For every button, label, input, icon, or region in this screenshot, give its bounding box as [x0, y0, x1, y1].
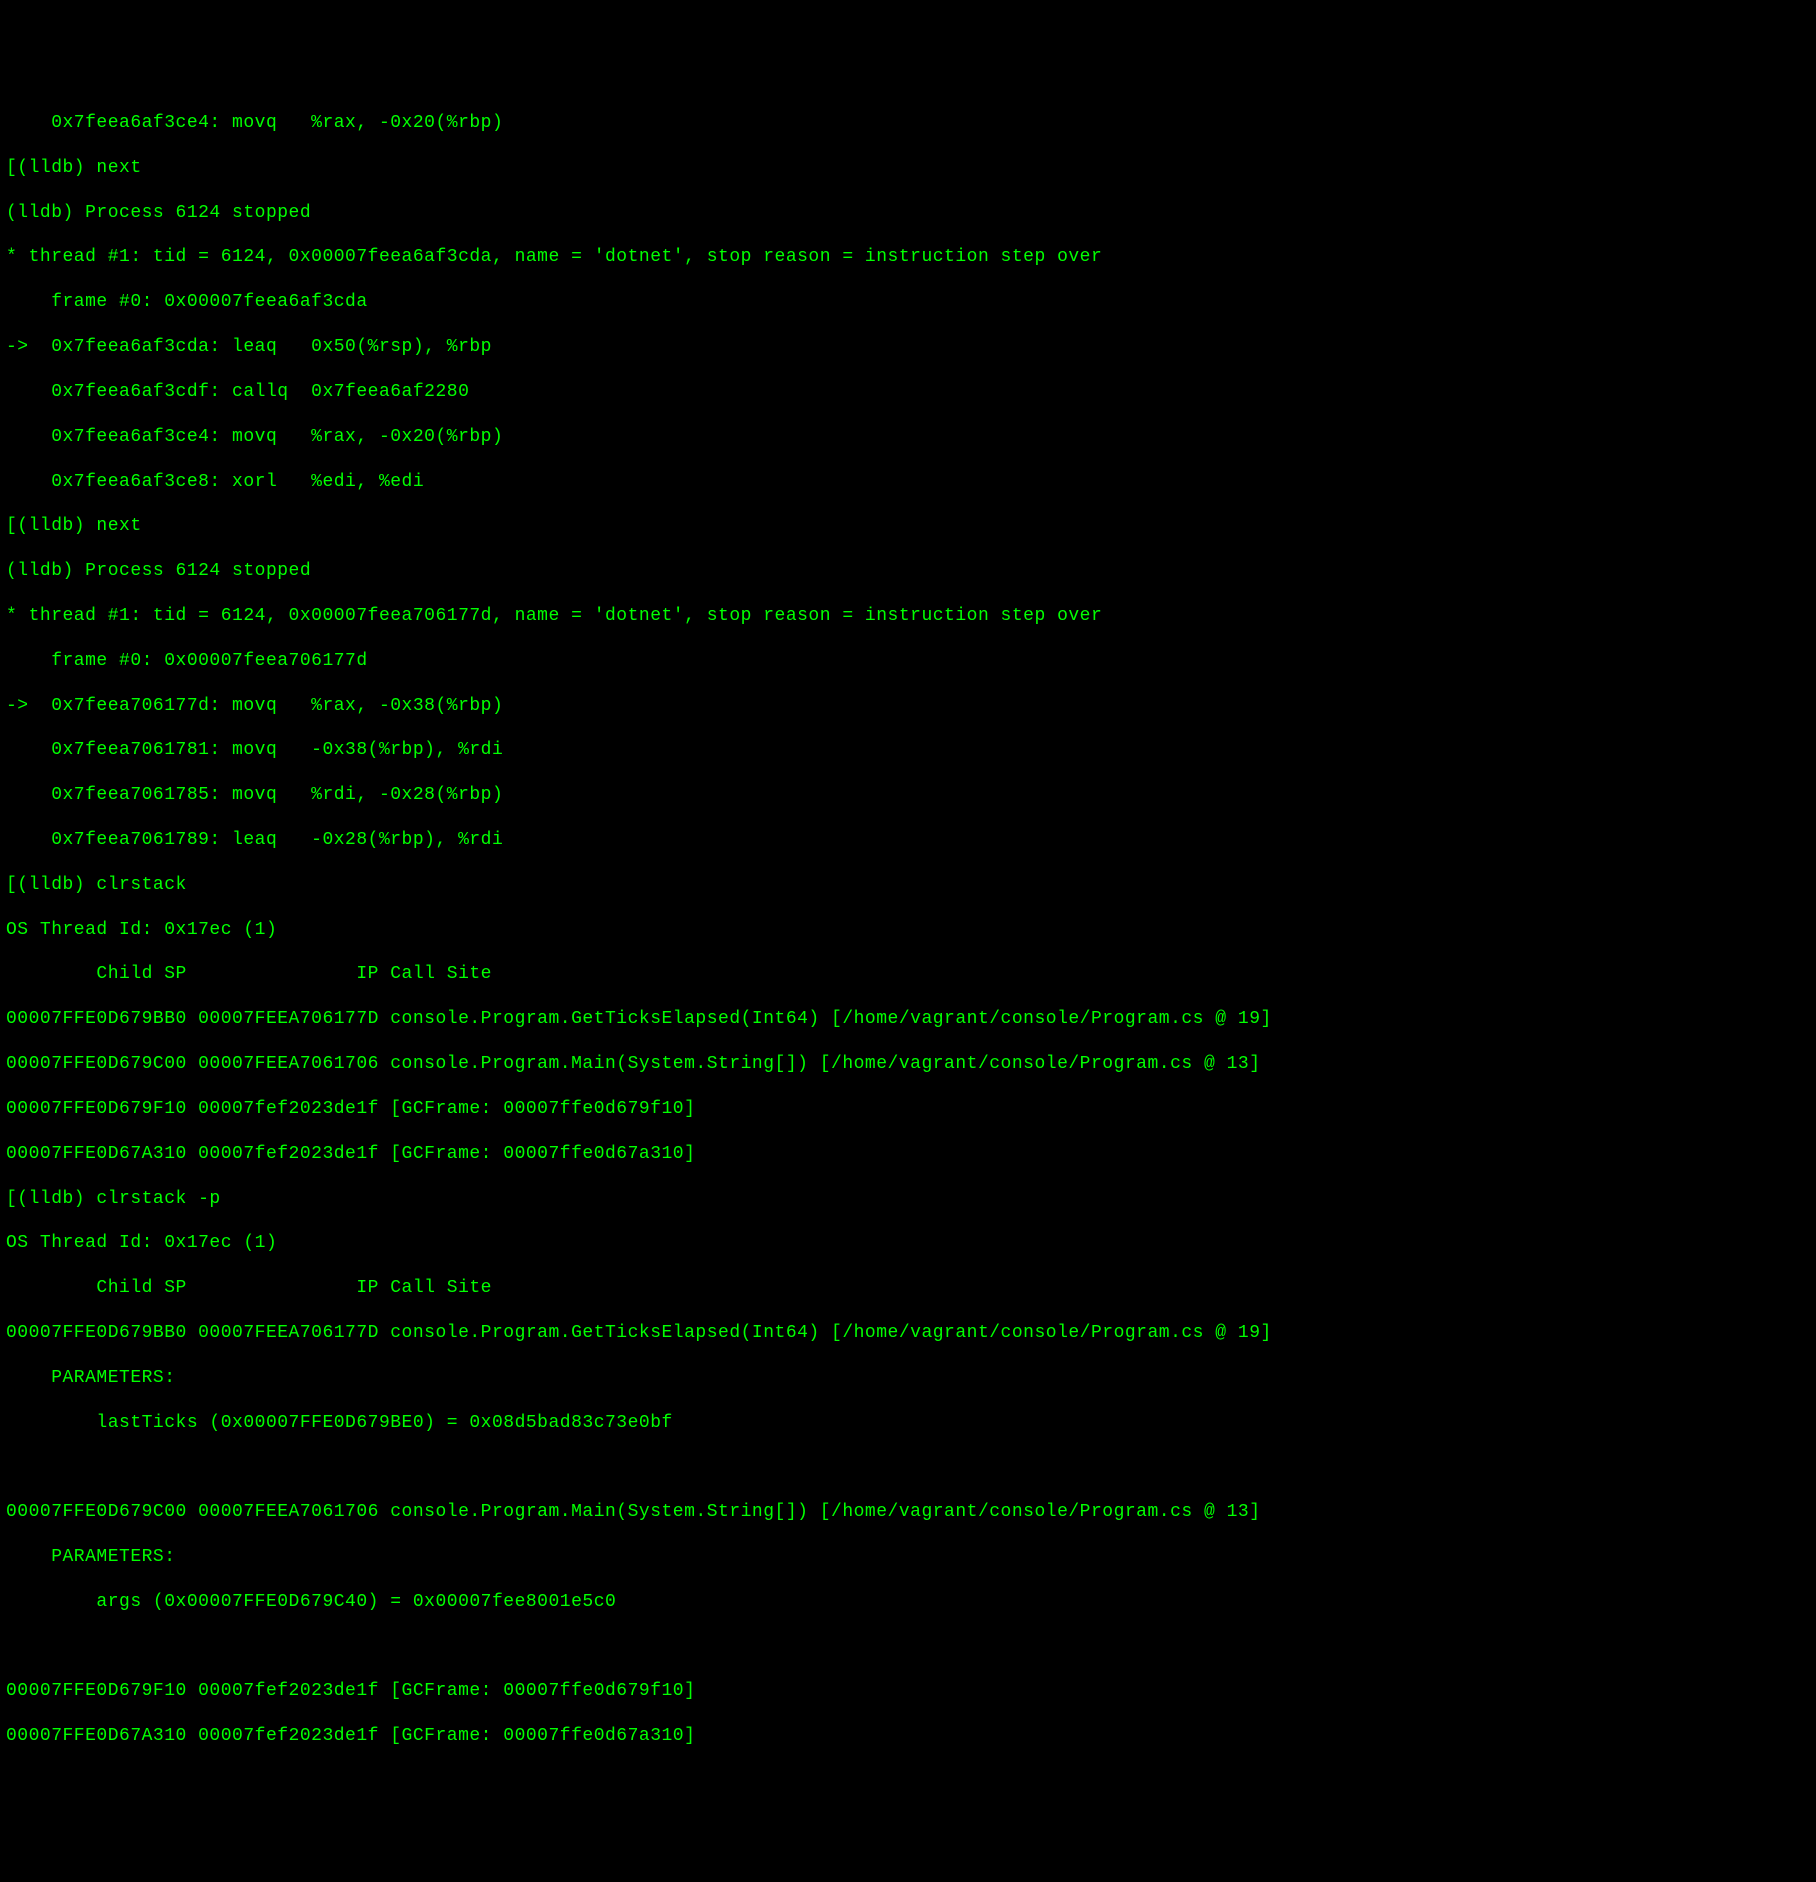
terminal-line: PARAMETERS: [6, 1367, 1810, 1389]
terminal-line: 00007FFE0D679BB0 00007FEEA706177D consol… [6, 1008, 1810, 1030]
terminal-line [6, 1456, 1810, 1478]
terminal-line: [(lldb) next [6, 157, 1810, 179]
terminal-line: 00007FFE0D67A310 00007fef2023de1f [GCFra… [6, 1725, 1810, 1747]
terminal-line: * thread #1: tid = 6124, 0x00007feea6af3… [6, 246, 1810, 268]
terminal-line: 00007FFE0D679F10 00007fef2023de1f [GCFra… [6, 1680, 1810, 1702]
terminal-line: OS Thread Id: 0x17ec (1) [6, 919, 1810, 941]
terminal-output[interactable]: 0x7feea6af3ce4: movq %rax, -0x20(%rbp) [… [0, 90, 1816, 1770]
terminal-line: -> 0x7feea706177d: movq %rax, -0x38(%rbp… [6, 695, 1810, 717]
terminal-line: 0x7feea6af3ce4: movq %rax, -0x20(%rbp) [6, 426, 1810, 448]
terminal-line: 00007FFE0D679C00 00007FEEA7061706 consol… [6, 1053, 1810, 1075]
terminal-line: [(lldb) next [6, 515, 1810, 537]
terminal-line: 00007FFE0D679BB0 00007FEEA706177D consol… [6, 1322, 1810, 1344]
terminal-line: 0x7feea6af3ce8: xorl %edi, %edi [6, 471, 1810, 493]
terminal-line: [(lldb) clrstack -p [6, 1188, 1810, 1210]
terminal-line: PARAMETERS: [6, 1546, 1810, 1568]
terminal-line: [(lldb) clrstack [6, 874, 1810, 896]
terminal-line: 0x7feea7061789: leaq -0x28(%rbp), %rdi [6, 829, 1810, 851]
terminal-line [6, 1636, 1810, 1658]
terminal-line: 00007FFE0D679C00 00007FEEA7061706 consol… [6, 1501, 1810, 1523]
terminal-line: Child SP IP Call Site [6, 963, 1810, 985]
terminal-line: * thread #1: tid = 6124, 0x00007feea7061… [6, 605, 1810, 627]
terminal-line: -> 0x7feea6af3cda: leaq 0x50(%rsp), %rbp [6, 336, 1810, 358]
terminal-line: lastTicks (0x00007FFE0D679BE0) = 0x08d5b… [6, 1412, 1810, 1434]
terminal-line: frame #0: 0x00007feea706177d [6, 650, 1810, 672]
terminal-line: OS Thread Id: 0x17ec (1) [6, 1232, 1810, 1254]
terminal-line: Child SP IP Call Site [6, 1277, 1810, 1299]
terminal-line: 0x7feea6af3cdf: callq 0x7feea6af2280 [6, 381, 1810, 403]
terminal-line: 00007FFE0D679F10 00007fef2023de1f [GCFra… [6, 1098, 1810, 1120]
terminal-line: args (0x00007FFE0D679C40) = 0x00007fee80… [6, 1591, 1810, 1613]
terminal-line: frame #0: 0x00007feea6af3cda [6, 291, 1810, 313]
terminal-line: 0x7feea7061781: movq -0x38(%rbp), %rdi [6, 739, 1810, 761]
terminal-line: 0x7feea6af3ce4: movq %rax, -0x20(%rbp) [6, 112, 1810, 134]
terminal-line: (lldb) Process 6124 stopped [6, 202, 1810, 224]
terminal-line: 00007FFE0D67A310 00007fef2023de1f [GCFra… [6, 1143, 1810, 1165]
terminal-line: 0x7feea7061785: movq %rdi, -0x28(%rbp) [6, 784, 1810, 806]
terminal-line: (lldb) Process 6124 stopped [6, 560, 1810, 582]
